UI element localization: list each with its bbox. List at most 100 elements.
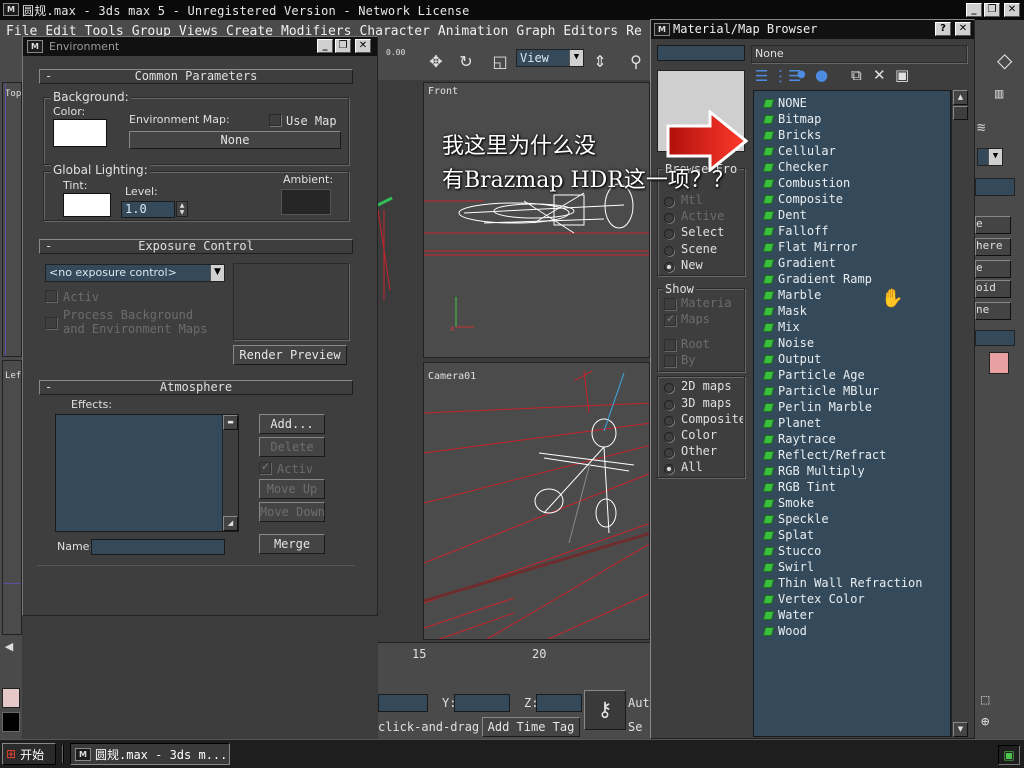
zoom-extents-icon[interactable]: ⬚ — [981, 692, 989, 708]
pivot-icon[interactable]: ⇕ — [590, 52, 610, 72]
atmosphere-rollout[interactable]: - Atmosphere — [39, 380, 353, 395]
browse-scene-radio[interactable] — [664, 246, 674, 256]
map-list-item[interactable]: Falloff — [762, 223, 829, 239]
move-down-button[interactable]: Move Down — [259, 502, 325, 522]
filter-all-radio[interactable] — [664, 464, 674, 474]
material-name-field[interactable] — [657, 45, 745, 61]
map-list-item[interactable]: Particle Age — [762, 367, 865, 383]
timeline[interactable]: 15 20 — [378, 642, 650, 664]
map-list-item[interactable]: Output — [762, 351, 821, 367]
map-list-item[interactable]: Marble — [762, 287, 821, 303]
restore-button[interactable]: ❐ — [335, 39, 351, 53]
map-list-item[interactable]: Noise — [762, 335, 814, 351]
map-list-item[interactable]: Swirl — [762, 559, 814, 575]
viewport-left[interactable]: Left — [2, 360, 22, 635]
delete-from-library-icon[interactable]: ✕ — [873, 66, 886, 84]
start-button[interactable]: ⊞ 开始 — [2, 743, 56, 765]
set-key-label[interactable]: Se — [628, 720, 642, 734]
panel-tab-icon[interactable]: ▥ — [995, 86, 1003, 102]
effect-name-field[interactable] — [91, 539, 225, 555]
eraser-icon[interactable]: ◇ — [997, 48, 1012, 72]
map-list-item[interactable]: Flat Mirror — [762, 239, 857, 255]
process-background-checkbox[interactable] — [45, 317, 57, 329]
panel-tab-icon[interactable]: ≋ — [977, 120, 985, 136]
field-of-view-icon[interactable]: ⊕ — [981, 714, 989, 730]
menu-graph-editors[interactable]: Graph Editors — [516, 24, 618, 39]
scroll-down-icon[interactable]: ▼ — [953, 722, 968, 737]
ambient-color-swatch[interactable] — [281, 189, 331, 215]
filter-color-mods-radio[interactable] — [664, 432, 674, 442]
color-swatch-black[interactable] — [2, 712, 20, 732]
panel-button[interactable]: ne — [975, 302, 1011, 320]
scroll-up-icon[interactable]: ▬ — [223, 415, 238, 430]
map-list-item[interactable]: Reflect/Refract — [762, 447, 886, 463]
show-materials-checkbox[interactable] — [664, 298, 676, 310]
filter-3d-maps-radio[interactable] — [664, 400, 674, 410]
view-list-icon[interactable]: ☰ — [755, 67, 768, 85]
map-list-item[interactable]: RGB Tint — [762, 479, 836, 495]
show-by-object-checkbox[interactable] — [664, 355, 676, 367]
delete-effect-button[interactable]: Delete — [259, 437, 325, 457]
help-button[interactable]: ? — [935, 22, 951, 36]
map-list-item[interactable]: Water — [762, 607, 814, 623]
chevron-left-icon[interactable]: ◀ — [0, 640, 18, 658]
exposure-control-rollout[interactable]: - Exposure Control — [39, 239, 353, 254]
map-list-item[interactable]: RGB Multiply — [762, 463, 865, 479]
tint-color-swatch[interactable] — [63, 193, 111, 217]
browse-new-radio[interactable] — [664, 262, 674, 272]
background-color-swatch[interactable] — [53, 119, 107, 147]
viewport-top[interactable]: Top — [2, 82, 22, 357]
panel-color-swatch[interactable] — [989, 352, 1009, 374]
map-list-item[interactable]: Mask — [762, 303, 807, 319]
add-effect-button[interactable]: Add... — [259, 414, 325, 434]
move-icon[interactable]: ✥ — [426, 52, 446, 72]
auto-key-label[interactable]: Aut — [628, 696, 650, 710]
map-list-item[interactable]: Speckle — [762, 511, 829, 527]
map-list[interactable]: NONE Bitmap Bricks Cellular Checker Combustio… — [753, 90, 951, 737]
close-button[interactable]: ✕ — [355, 39, 371, 53]
scroll-down-icon[interactable]: ◢ — [223, 516, 238, 531]
viewport-camera[interactable]: Camera01 — [423, 362, 650, 640]
panel-button[interactable]: e — [975, 216, 1011, 234]
close-button[interactable]: ✕ — [955, 22, 971, 36]
minimize-button[interactable]: _ — [966, 3, 982, 17]
environment-title-bar[interactable]: M Environment _ ❐ ✕ — [23, 37, 377, 56]
show-root-checkbox[interactable] — [664, 339, 676, 351]
filter-other-radio[interactable] — [664, 448, 674, 458]
scroll-up-icon[interactable]: ▲ — [953, 90, 968, 105]
exposure-type-dropdown[interactable]: <no exposure control> ▼ — [45, 264, 225, 282]
panel-button[interactable]: oid — [975, 280, 1011, 298]
key-icon[interactable]: ⚷ — [584, 690, 626, 730]
coord-z-field[interactable] — [536, 694, 582, 712]
browse-selected-radio[interactable] — [664, 229, 674, 239]
map-list-item[interactable]: Dent — [762, 207, 807, 223]
material-browser-title-bar[interactable]: M Material/Map Browser ? ✕ — [651, 20, 974, 39]
filter-2d-maps-radio[interactable] — [664, 383, 674, 393]
effects-scrollbar[interactable]: ▬ ◢ — [222, 415, 238, 531]
map-list-item[interactable]: Composite — [762, 191, 843, 207]
viewport-front[interactable]: Front x — [423, 82, 650, 358]
rotate-icon[interactable]: ↻ — [456, 52, 476, 72]
show-maps-checkbox[interactable] — [664, 312, 676, 326]
panel-dropdown[interactable]: ▼ — [977, 148, 1003, 166]
map-list-item[interactable]: Raytrace — [762, 431, 836, 447]
restore-button[interactable]: ❐ — [984, 3, 1000, 17]
view-large-icons-icon[interactable]: ● — [815, 66, 828, 84]
effect-active-checkbox[interactable] — [259, 460, 271, 474]
map-list-item[interactable]: Smoke — [762, 495, 814, 511]
tray-network-icon[interactable]: ▣ — [998, 745, 1020, 765]
panel-field[interactable] — [975, 330, 1015, 346]
link-icon[interactable]: ⚲ — [626, 52, 646, 72]
map-list-item[interactable]: Splat — [762, 527, 814, 543]
merge-button[interactable]: Merge — [259, 534, 325, 554]
map-list-item[interactable]: Checker — [762, 159, 829, 175]
level-field[interactable]: 1.0 — [121, 201, 175, 218]
map-list-item[interactable]: Particle MBlur — [762, 383, 879, 399]
panel-field[interactable] — [975, 178, 1015, 196]
app-icon[interactable]: M — [3, 3, 19, 16]
map-list-item[interactable]: Bitmap — [762, 111, 821, 127]
browse-mtl-library-radio[interactable] — [664, 197, 674, 207]
close-button[interactable]: ✕ — [1004, 3, 1020, 17]
map-list-item[interactable]: NONE — [762, 95, 807, 111]
map-list-item[interactable]: Thin Wall Refraction — [762, 575, 923, 591]
